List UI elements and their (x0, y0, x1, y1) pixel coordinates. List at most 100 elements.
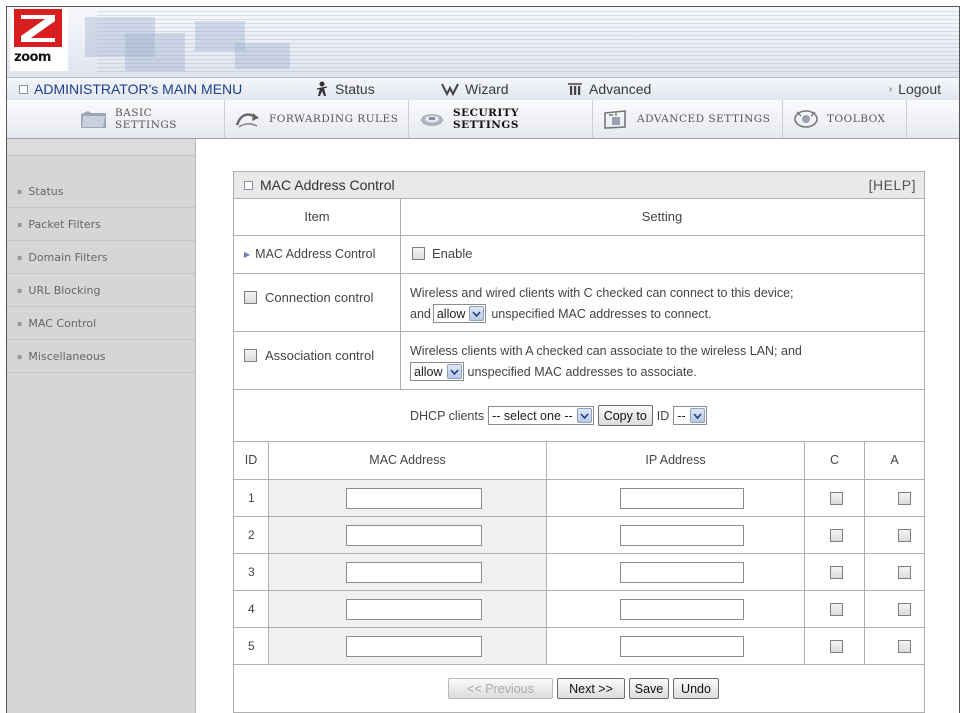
banner-blocks (85, 13, 295, 75)
help-link[interactable]: [HELP] (869, 177, 916, 193)
id-select-value: -- (677, 408, 686, 423)
mac-control-label-text: MAC Address Control (255, 247, 376, 261)
a-checkbox[interactable] (898, 566, 911, 579)
a-column-header: A (890, 453, 899, 467)
sidebar-item-domain-filters[interactable]: ▪ Domain Filters (7, 241, 195, 274)
chevron-right-icon: › (888, 83, 893, 95)
browser-frame: zoom ADMINISTRATOR's MAIN MENU Status Wi… (6, 6, 960, 713)
advanced-link[interactable]: Advanced (567, 81, 651, 97)
tab-security-settings[interactable]: SECURITY SETTINGS (409, 100, 593, 138)
tab-toolbox-label: TOOLBOX (827, 113, 886, 125)
id-label: ID (656, 408, 670, 423)
c-checkbox[interactable] (830, 566, 843, 579)
undo-button[interactable]: Undo (673, 678, 719, 699)
next-button[interactable]: Next >> (557, 678, 625, 699)
mac-address-input[interactable] (346, 599, 482, 620)
ip-address-column-header: IP Address (645, 453, 706, 467)
logo-text: zoom (14, 50, 51, 65)
tab-security-settings-label: SECURITY SETTINGS (453, 107, 520, 131)
row-id: 2 (248, 528, 255, 542)
status-label: Status (335, 81, 375, 97)
shield-disc-icon (417, 108, 447, 130)
a-checkbox[interactable] (898, 492, 911, 505)
ip-address-input[interactable] (620, 488, 744, 509)
admin-main-menu-link[interactable]: ADMINISTRATOR's MAIN MENU (19, 81, 242, 97)
ip-address-input[interactable] (620, 599, 744, 620)
mac-address-input[interactable] (346, 636, 482, 657)
sidebar-item-mac-control[interactable]: ▪ MAC Control (7, 307, 195, 340)
id-select[interactable]: -- (673, 406, 707, 425)
connection-control-label: Connection control (265, 290, 374, 305)
c-checkbox[interactable] (830, 492, 843, 505)
connection-allow-value: allow (436, 306, 466, 321)
tab-basic-settings-label: BASIC SETTINGS (115, 107, 177, 131)
mac-address-input[interactable] (346, 525, 482, 546)
sidebar-item-label: Packet Filters (28, 217, 101, 231)
sidebar-item-url-blocking[interactable]: ▪ URL Blocking (7, 274, 195, 307)
c-checkbox[interactable] (830, 529, 843, 542)
dhcp-clients-label: DHCP clients (410, 408, 485, 423)
sidebar-item-miscellaneous[interactable]: ▪ Miscellaneous (7, 340, 195, 373)
tab-advanced-settings[interactable]: ADVANCED SETTINGS (593, 100, 783, 138)
a-checkbox[interactable] (898, 529, 911, 542)
row-id: 4 (248, 602, 255, 616)
association-control-label: Association control (265, 348, 375, 363)
enable-option: Enable (412, 246, 472, 261)
bullet-icon: ▪ (17, 351, 23, 361)
c-checkbox[interactable] (830, 640, 843, 653)
button-bar: << Previous Next >> Save Undo (234, 665, 924, 711)
association-control-checkbox[interactable] (244, 349, 257, 362)
wizard-icon (441, 83, 459, 96)
enable-checkbox[interactable] (412, 247, 425, 260)
mac-control-label: ▶ MAC Address Control (244, 247, 375, 261)
a-checkbox[interactable] (898, 603, 911, 616)
association-unspecified-text: unspecified MAC addresses to associate. (467, 364, 697, 379)
connection-control-line1: Wireless and wired clients with C checke… (410, 286, 794, 300)
association-allow-select[interactable]: allow (410, 362, 464, 381)
connection-allow-select[interactable]: allow (432, 304, 487, 323)
tab-toolbox[interactable]: TOOLBOX (783, 100, 907, 138)
zoom-logo: zoom (10, 9, 68, 71)
panel-title: MAC Address Control (244, 177, 395, 193)
c-checkbox[interactable] (830, 603, 843, 616)
ip-address-input[interactable] (620, 562, 744, 583)
sidebar-item-label: Miscellaneous (28, 349, 106, 363)
association-control-line2: allow unspecified MAC addresses to assoc… (410, 362, 697, 381)
status-link[interactable]: Status (315, 81, 375, 97)
dhcp-controls: DHCP clients -- select one -- Copy to ID… (410, 405, 707, 426)
row-id: 5 (248, 639, 255, 653)
button-group: << Previous Next >> Save Undo (448, 678, 719, 699)
connection-control-checkbox[interactable] (244, 291, 257, 304)
logout-link[interactable]: › Logout (889, 81, 941, 97)
wizard-link[interactable]: Wizard (441, 81, 509, 97)
ip-address-input[interactable] (620, 636, 744, 657)
chevron-down-icon (446, 364, 462, 379)
sidebar-item-label: URL Blocking (28, 283, 101, 297)
sidebar-item-status[interactable]: ▪ Status (7, 175, 195, 208)
ip-address-input[interactable] (620, 525, 744, 546)
row-id: 3 (248, 565, 255, 579)
sidebar-top-spacer (7, 139, 195, 156)
mac-table-header: ID MAC Address IP Address C A (234, 442, 924, 480)
setting-column-header: Setting (641, 209, 683, 224)
a-checkbox[interactable] (898, 640, 911, 653)
panel-header: MAC Address Control [HELP] (234, 172, 924, 199)
previous-button[interactable]: << Previous (448, 678, 553, 699)
mac-address-input[interactable] (346, 562, 482, 583)
column-header-row: Item Setting (234, 199, 924, 236)
id-column-header: ID (244, 453, 258, 467)
triangle-bullet-icon: ▶ (244, 249, 251, 259)
item-column-header: Item (304, 209, 330, 224)
save-button[interactable]: Save (629, 678, 669, 699)
mac-address-input[interactable] (346, 488, 482, 509)
tab-forwarding-rules[interactable]: FORWARDING RULES (225, 100, 409, 138)
c-column-header: C (829, 453, 840, 467)
toolbox-icon (791, 108, 821, 130)
gear-box-icon (601, 108, 631, 130)
association-control-item: Association control (244, 348, 374, 363)
dhcp-client-select[interactable]: -- select one -- (488, 406, 594, 425)
sidebar-item-packet-filters[interactable]: ▪ Packet Filters (7, 208, 195, 241)
zoom-logo-mark (14, 9, 62, 47)
tab-basic-settings[interactable]: BASIC SETTINGS (71, 100, 225, 138)
copy-to-button[interactable]: Copy to (597, 405, 653, 426)
